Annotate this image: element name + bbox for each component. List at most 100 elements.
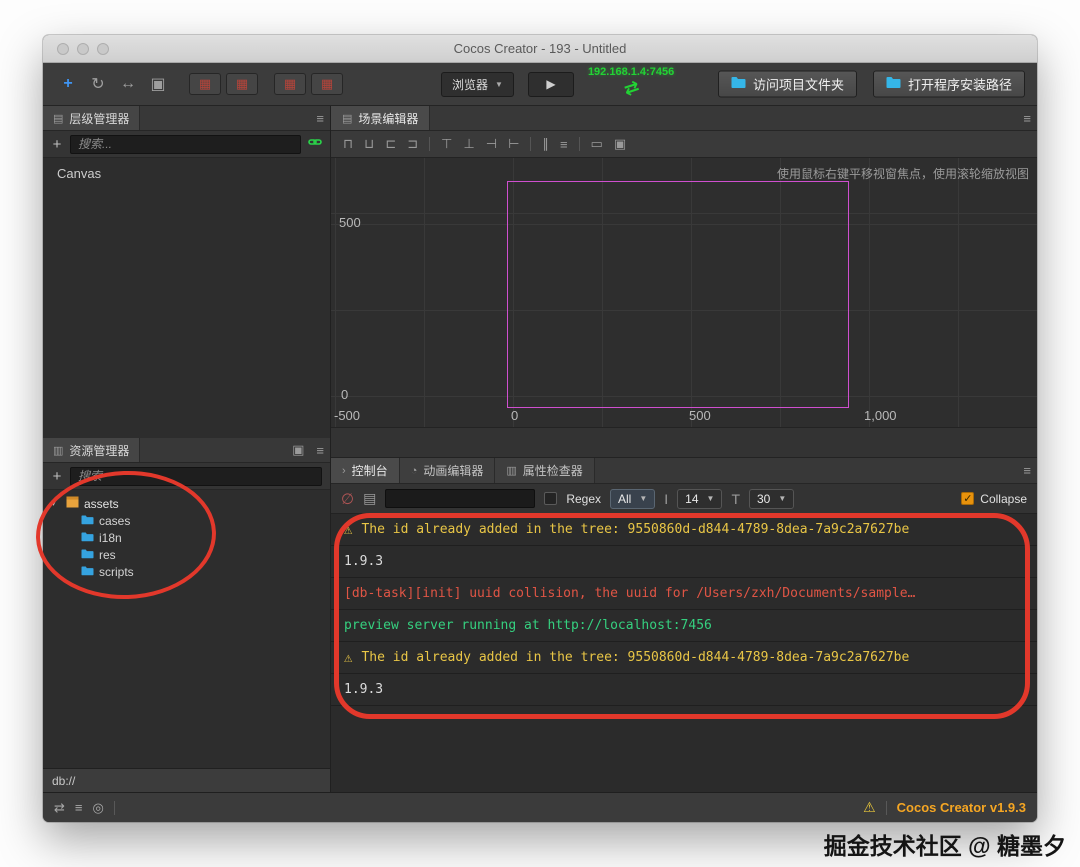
gizmo-toggle-group-2: ▦ ▦ (274, 73, 343, 95)
line-height-dropdown[interactable]: 30 ▼ (749, 488, 795, 509)
x-axis-label: 1,000 (864, 408, 897, 423)
hierarchy-icon: ▤ (53, 112, 64, 125)
tab-animation-editor[interactable]: ◔ 动画编辑器 (399, 458, 496, 483)
assets-icon: ▥ (53, 444, 64, 457)
hierarchy-node-canvas[interactable]: Canvas (57, 166, 101, 181)
link-icon[interactable] (308, 135, 322, 153)
console-log-row[interactable]: ⚠ The id already added in the tree: 9550… (331, 642, 1037, 674)
hierarchy-tree: Canvas (43, 158, 330, 438)
folder-icon (731, 77, 746, 92)
scene-tool-icon[interactable]: ▭ (591, 136, 603, 152)
tab-assets[interactable]: ▥ 资源管理器 (43, 438, 141, 462)
scene-tool-icon[interactable]: ⊢ (508, 136, 519, 152)
assets-panel: ▥ 资源管理器 ▣ ≡ + ▾ (43, 438, 330, 768)
tab-property-inspector[interactable]: ▥ 属性检查器 (495, 458, 595, 483)
console-log-text: preview server running at http://localho… (344, 618, 712, 633)
app-window: Cocos Creator - 193 - Untitled + ↻ ↔ ▣ ▦… (43, 35, 1037, 822)
watermark-text: 掘金技术社区 @ 糖墨夕 (823, 833, 1066, 859)
scale-tool-icon[interactable]: ↔ (113, 71, 143, 97)
tree-row-i18n[interactable]: i18n (51, 529, 330, 546)
warning-icon[interactable]: ⚠ (863, 799, 876, 816)
tree-row-cases[interactable]: cases (51, 512, 330, 529)
inspector-tab-label: 属性检查器 (522, 464, 583, 478)
folder-icon (886, 77, 901, 92)
chevron-down-icon: ▼ (706, 494, 715, 503)
gizmo-toggle-group: ▦ ▦ (189, 73, 258, 95)
gizmo-rotation-button[interactable]: ▦ (226, 73, 258, 95)
tab-scene-editor[interactable]: ▤ 场景编辑器 (331, 106, 431, 130)
popout-icon[interactable]: ▣ (286, 442, 310, 458)
scene-tool-icon[interactable]: ⊣ (486, 136, 497, 152)
collapse-checkbox[interactable]: ✓ (961, 492, 975, 505)
regex-label: Regex (566, 491, 601, 506)
rotate-tool-icon[interactable]: ↻ (83, 71, 113, 97)
tree-row-scripts[interactable]: scripts (51, 563, 330, 580)
scene-viewport[interactable]: 使用鼠标右键平移视窗焦点，使用滚轮缩放视图 500 0 -500 0 500 1… (331, 158, 1037, 428)
zoom-window-button[interactable] (97, 43, 109, 55)
tree-row-res[interactable]: res (51, 546, 330, 563)
console-log-row[interactable]: preview server running at http://localho… (331, 610, 1037, 642)
scene-tool-icon[interactable]: ∥ (542, 136, 549, 152)
hierarchy-toolbar: + (43, 131, 330, 158)
move-tool-icon[interactable]: + (53, 71, 83, 97)
open-log-file-button[interactable]: ▤ (363, 490, 376, 507)
window-controls (57, 43, 109, 55)
scene-tool-icon[interactable]: ≡ (560, 137, 568, 152)
font-size-dropdown[interactable]: 14 ▼ (677, 488, 723, 509)
close-window-button[interactable] (57, 43, 69, 55)
scene-tool-icon[interactable]: ⊤ (441, 136, 452, 152)
console-tab-bar: › 控制台 ◔ 动画编辑器 ▥ 属性检查器 ≡ (331, 458, 1037, 484)
x-axis-label: 0 (511, 408, 519, 423)
assets-title: 资源管理器 (69, 443, 130, 458)
scene-tool-icon[interactable]: ⊓ (343, 136, 353, 152)
scene-tool-icon[interactable]: ⊥ (463, 136, 474, 152)
status-bar: ⇄ ≡ ◎ ⚠ Cocos Creator v1.9.3 (43, 792, 1037, 822)
scene-tool-icon[interactable]: ⊏ (385, 136, 396, 152)
preview-cluster: 浏览器 ▼ ▶ 192.168.1.4:7456 ⇄ (441, 67, 674, 100)
assets-menu-icon[interactable]: ≡ (310, 443, 330, 458)
gizmo-position-button[interactable]: ▦ (189, 73, 221, 95)
rect-tool-icon[interactable]: ▣ (143, 71, 173, 97)
tab-hierarchy[interactable]: ▤ 层级管理器 (43, 106, 141, 130)
tab-console[interactable]: › 控制台 (331, 458, 400, 483)
divider (113, 800, 115, 815)
console-menu-icon[interactable]: ≡ (1017, 463, 1037, 478)
open-install-path-button[interactable]: 打开程序安装路径 (872, 70, 1025, 98)
scene-tool-icon[interactable]: ▣ (614, 136, 626, 152)
regex-checkbox[interactable] (544, 492, 558, 505)
add-node-button[interactable]: + (51, 136, 63, 153)
tree-row-assets[interactable]: ▾ assets (51, 495, 330, 512)
tree-label: assets (84, 496, 119, 511)
open-project-folder-button[interactable]: 访问项目文件夹 (717, 70, 857, 98)
right-panel-column: ▤ 场景编辑器 ≡ ⊓ ⊔ ⊏ ⊐ ⊤ ⊥ ⊣ ⊢ ∥ ≡ ▭ ▣ 使用鼠标右键… (331, 106, 1037, 792)
eye-icon[interactable]: ◎ (93, 800, 104, 816)
log-level-dropdown[interactable]: All ▼ (610, 488, 656, 509)
gizmo-toggle-a-button[interactable]: ▦ (274, 73, 306, 95)
scene-menu-icon[interactable]: ≡ (1017, 111, 1037, 126)
x-axis-label: -500 (334, 408, 361, 423)
play-button[interactable]: ▶ (527, 71, 574, 97)
sync-icon[interactable]: ⇄ (54, 800, 65, 816)
console-log-row[interactable]: 1.9.3 (331, 546, 1037, 578)
expander-icon[interactable]: ▾ (51, 498, 61, 509)
console-log-row[interactable]: ⚠ The id already added in the tree: 9550… (331, 514, 1037, 546)
divider (530, 137, 532, 151)
hierarchy-search-input[interactable] (70, 134, 301, 154)
clear-console-button[interactable]: ∅ (341, 490, 354, 508)
assets-path-text: db:// (52, 773, 76, 788)
add-asset-button[interactable]: + (51, 468, 63, 485)
database-icon[interactable]: ≡ (75, 800, 83, 815)
console-log-row[interactable]: 1.9.3 (331, 674, 1037, 706)
assets-search-input[interactable] (70, 466, 322, 486)
scene-tool-icon[interactable]: ⊔ (364, 136, 374, 152)
minimize-window-button[interactable] (77, 43, 89, 55)
main-toolbar: + ↻ ↔ ▣ ▦ ▦ ▦ ▦ 浏览器 ▼ ▶ 192.168.1.4:7456… (43, 63, 1037, 106)
console-filter-input[interactable] (385, 489, 536, 508)
compile-sync-icon[interactable]: ⇄ (621, 76, 642, 100)
browser-dropdown-label: 浏览器 (452, 77, 489, 92)
console-log-row[interactable]: [db-task][init] uuid collision, the uuid… (331, 578, 1037, 610)
scene-tool-icon[interactable]: ⊐ (407, 136, 418, 152)
gizmo-toggle-b-button[interactable]: ▦ (311, 73, 343, 95)
browser-dropdown[interactable]: 浏览器 ▼ (441, 71, 514, 97)
hierarchy-menu-icon[interactable]: ≡ (310, 111, 330, 126)
